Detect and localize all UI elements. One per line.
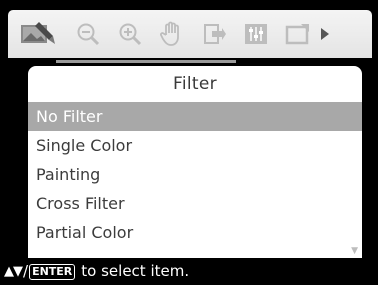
filter-menu-panel: Filter No Filter Single Color Painting C… bbox=[28, 66, 362, 258]
up-down-arrows-icon: ▲▼ bbox=[4, 264, 23, 279]
next-arrow-icon[interactable] bbox=[318, 18, 332, 50]
hint-slash: / bbox=[23, 262, 29, 280]
menu-item-painting[interactable]: Painting bbox=[28, 160, 362, 189]
adjust-icon[interactable] bbox=[238, 18, 273, 50]
hint-text: to select item. bbox=[81, 262, 190, 280]
hint-bar: ▲▼ / ENTER to select item. bbox=[0, 258, 378, 285]
menu-title: Filter bbox=[173, 74, 217, 94]
edit-image-icon[interactable] bbox=[18, 18, 58, 50]
separator-line bbox=[56, 60, 236, 63]
hand-pan-icon[interactable] bbox=[154, 18, 189, 50]
menu-list: No Filter Single Color Painting Cross Fi… bbox=[28, 102, 362, 247]
export-icon[interactable] bbox=[196, 18, 231, 50]
enter-key-icon: ENTER bbox=[29, 263, 76, 280]
menu-item-cross-filter[interactable]: Cross Filter bbox=[28, 189, 362, 218]
frame-icon[interactable] bbox=[280, 18, 315, 50]
menu-item-no-filter[interactable]: No Filter bbox=[28, 102, 362, 131]
screen: Filter No Filter Single Color Painting C… bbox=[0, 0, 378, 285]
menu-item-single-color[interactable]: Single Color bbox=[28, 131, 362, 160]
menu-item-partial-color[interactable]: Partial Color bbox=[28, 218, 362, 247]
zoom-out-icon[interactable] bbox=[70, 18, 105, 50]
toolbar bbox=[8, 10, 372, 58]
scroll-down-icon[interactable]: ▼ bbox=[351, 246, 358, 256]
zoom-in-icon[interactable] bbox=[112, 18, 147, 50]
